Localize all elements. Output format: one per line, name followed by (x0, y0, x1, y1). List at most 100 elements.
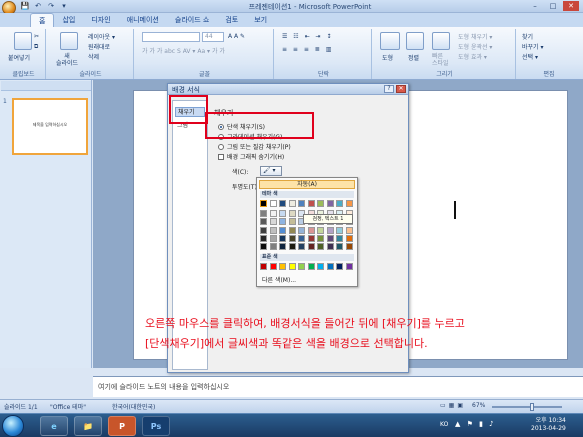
shapes-button[interactable]: 도형 (382, 53, 393, 62)
tab-slideshow[interactable]: 슬라이드 쇼 (167, 13, 217, 27)
theme-shade-swatch[interactable] (298, 243, 305, 251)
notes-pane[interactable]: 여기에 슬라이드 노트의 내용을 입력하십시오 (93, 376, 583, 397)
shape-effects-button[interactable]: 도형 효과 ▾ (458, 52, 487, 61)
theme-swatch[interactable] (307, 200, 315, 207)
theme-swatch[interactable] (288, 200, 296, 207)
theme-shade-swatch[interactable] (288, 210, 296, 217)
theme-shade-swatch[interactable] (345, 243, 353, 251)
theme-shade-swatch[interactable] (269, 226, 277, 234)
arrange-icon[interactable] (406, 32, 424, 50)
delete-button[interactable]: 삭제 (88, 52, 99, 61)
tray-icons[interactable]: ▲ ⚑ ▮ ♪ (455, 420, 496, 428)
theme-swatch[interactable] (260, 200, 267, 207)
standard-swatch[interactable] (279, 263, 286, 270)
theme-shade-swatch[interactable] (269, 210, 277, 217)
hide-background-option[interactable]: 배경 그래픽 숨기기(H) (218, 152, 284, 161)
tab-design[interactable]: 디자인 (83, 13, 118, 27)
picture-fill-option[interactable]: 그림 또는 질감 채우기(P) (218, 142, 291, 151)
zoom-level[interactable]: 67% (472, 402, 485, 409)
shape-outline-button[interactable]: 도형 윤곽선 ▾ (458, 42, 492, 51)
shape-fill-button[interactable]: 도형 채우기 ▾ (458, 32, 492, 41)
standard-swatch[interactable] (298, 263, 305, 270)
standard-swatch[interactable] (336, 263, 343, 270)
theme-shade-swatch[interactable] (269, 234, 277, 242)
photoshop-taskbar-icon[interactable]: Ps (142, 416, 170, 436)
standard-swatch[interactable] (288, 263, 296, 270)
powerpoint-taskbar-icon[interactable]: P (108, 416, 136, 436)
theme-swatch[interactable] (269, 200, 277, 207)
copy-icon[interactable]: ⧉ (34, 43, 38, 51)
cut-icon[interactable]: ✂ (34, 33, 39, 40)
quick-styles-icon[interactable] (432, 32, 450, 50)
theme-shade-swatch[interactable] (279, 218, 286, 226)
dialog-close-button[interactable]: ✕ (396, 85, 406, 93)
theme-shade-swatch[interactable] (260, 243, 267, 251)
theme-shade-swatch[interactable] (307, 243, 315, 251)
theme-swatch[interactable] (326, 200, 334, 207)
theme-shade-swatch[interactable] (326, 226, 334, 234)
zoom-slider-thumb[interactable] (530, 403, 534, 411)
theme-shade-swatch[interactable] (336, 226, 343, 234)
theme-swatch[interactable] (345, 200, 353, 207)
ime-indicator[interactable]: KO (440, 421, 448, 428)
theme-shade-swatch[interactable] (298, 226, 305, 234)
tab-review[interactable]: 검토 (217, 13, 246, 27)
theme-shade-swatch[interactable] (326, 234, 334, 242)
theme-shade-swatch[interactable] (260, 218, 267, 226)
theme-shade-swatch[interactable] (317, 226, 324, 234)
theme-shade-swatch[interactable] (336, 234, 343, 242)
theme-swatch[interactable] (336, 200, 343, 207)
find-button[interactable]: 찾기 (522, 32, 533, 41)
theme-shade-swatch[interactable] (336, 243, 343, 251)
tab-home[interactable]: 홈 (30, 13, 55, 27)
standard-swatch[interactable] (345, 263, 353, 270)
theme-shade-swatch[interactable] (269, 218, 277, 226)
color-picker-button[interactable]: 🖌 ▾ (260, 166, 282, 176)
theme-shade-swatch[interactable] (279, 243, 286, 251)
maximize-button[interactable]: □ (545, 1, 561, 11)
new-slide-button[interactable]: 새 슬라이드 (56, 53, 78, 67)
qat-customize-icon[interactable]: ▾ (59, 1, 69, 11)
more-colors-option[interactable]: 다른 색(M)... (259, 276, 355, 285)
theme-shade-swatch[interactable] (298, 234, 305, 242)
shapes-icon[interactable] (380, 32, 400, 50)
theme-shade-swatch[interactable] (260, 234, 267, 242)
hide-background-checkbox[interactable] (218, 153, 224, 160)
explorer-taskbar-icon[interactable]: 📁 (74, 416, 102, 436)
tab-view[interactable]: 보기 (246, 13, 275, 27)
standard-swatch[interactable] (269, 263, 277, 270)
theme-shade-swatch[interactable] (288, 218, 296, 226)
theme-shade-swatch[interactable] (326, 243, 334, 251)
theme-shade-swatch[interactable] (288, 243, 296, 251)
theme-shade-swatch[interactable] (260, 226, 267, 234)
arrange-button[interactable]: 정렬 (408, 53, 419, 62)
theme-shade-swatch[interactable] (317, 243, 324, 251)
redo-icon[interactable]: ↷ (46, 1, 56, 11)
theme-swatch[interactable] (298, 200, 305, 207)
standard-swatch[interactable] (307, 263, 315, 270)
standard-swatch[interactable] (326, 263, 334, 270)
theme-shade-swatch[interactable] (279, 234, 286, 242)
view-buttons[interactable]: ▭▦▣ (440, 402, 466, 409)
font-name-select[interactable] (142, 32, 200, 42)
picture-fill-radio[interactable] (218, 143, 224, 150)
panel-tabs[interactable] (1, 81, 91, 91)
help-button[interactable]: ? (384, 85, 394, 93)
start-button[interactable] (2, 415, 24, 437)
undo-icon[interactable]: ↶ (33, 1, 43, 11)
zoom-slider[interactable] (492, 406, 562, 408)
clock[interactable]: 오후 10:34 2013-04-29 (531, 417, 566, 433)
standard-swatch[interactable] (260, 263, 267, 270)
language-status[interactable]: 한국어(대한민국) (112, 402, 155, 411)
slide-thumbnail[interactable]: 제목을 입력하십시오 (12, 98, 88, 155)
theme-shade-swatch[interactable] (279, 210, 286, 217)
theme-shade-swatch[interactable] (288, 226, 296, 234)
theme-shade-swatch[interactable] (317, 234, 324, 242)
close-button[interactable]: ✕ (563, 1, 579, 11)
quick-styles-button[interactable]: 빠른 스타일 (432, 53, 449, 67)
font-format-buttons[interactable]: 가 가 가 abc S AV ▾ Aa ▾ 가 가 (142, 46, 225, 55)
new-slide-icon[interactable] (60, 32, 78, 50)
theme-shade-swatch[interactable] (307, 226, 315, 234)
theme-shade-swatch[interactable] (307, 234, 315, 242)
select-button[interactable]: 선택 ▾ (522, 52, 538, 61)
